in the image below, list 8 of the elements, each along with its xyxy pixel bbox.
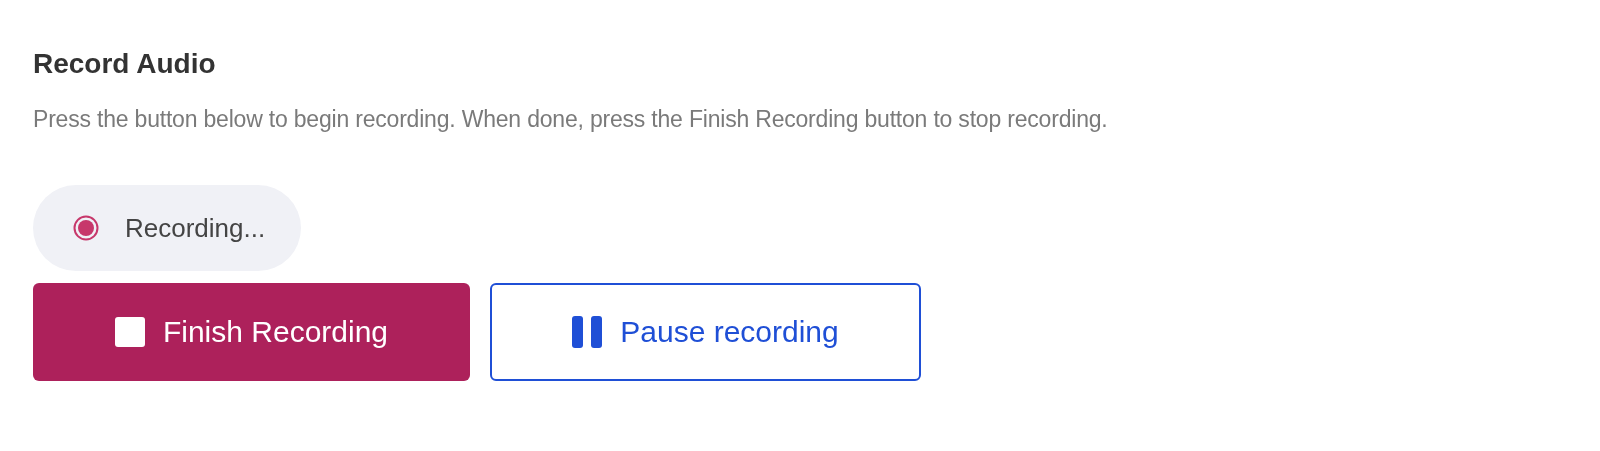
instructions-text: Press the button below to begin recording. When done, press the Finish Recording button to stop recording. <box>33 106 1108 133</box>
section-title: Record Audio <box>33 48 216 80</box>
status-label: Recording... <box>125 212 266 244</box>
pause-button[interactable]: Pause recording <box>490 283 921 381</box>
pause-icon <box>572 316 603 348</box>
stop-icon <box>114 317 145 347</box>
record-dot-icon <box>73 215 99 241</box>
finish-button[interactable]: Finish Recording <box>33 283 470 381</box>
